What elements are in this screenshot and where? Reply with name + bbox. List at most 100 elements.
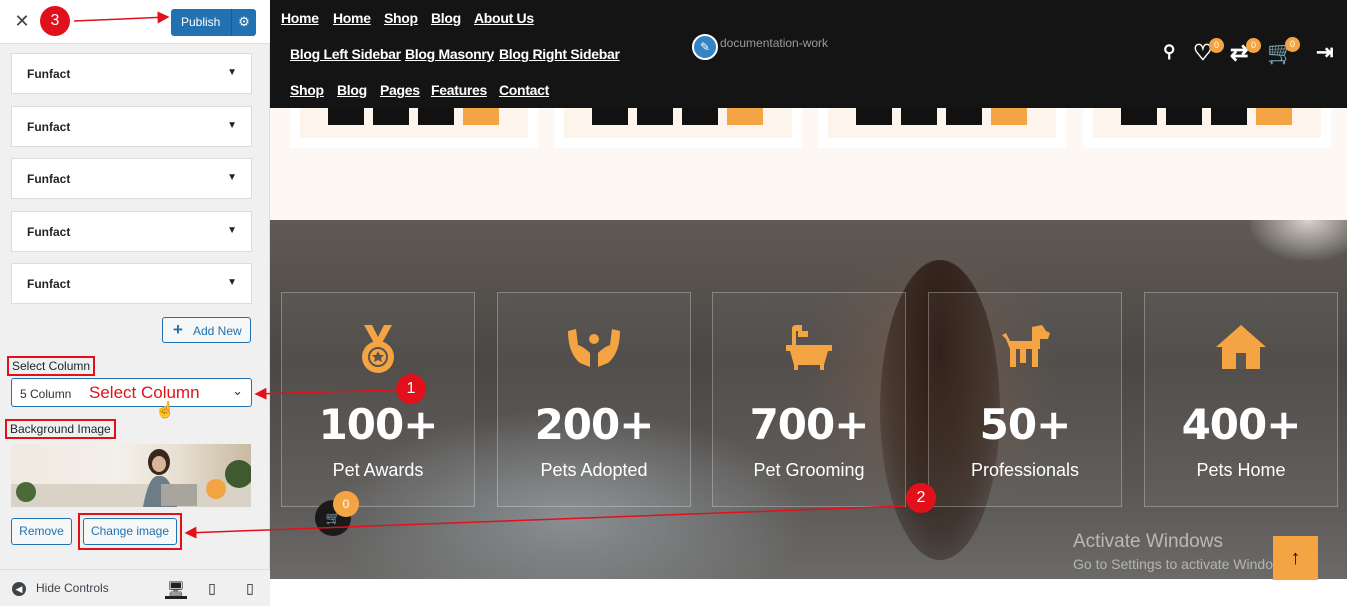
funfact-section: 100+ Pet Awards 200+ Pets Adopted 700+ P… <box>270 220 1347 579</box>
funfact-title: Funfact <box>27 67 71 81</box>
funfact-title: Funfact <box>27 120 71 134</box>
site-preview: Home Home Shop Blog About Us Blog Left S… <box>270 0 1347 606</box>
select-column-value: 5 Column <box>20 387 72 401</box>
remove-image-button[interactable]: Remove <box>11 518 72 545</box>
windows-watermark-title: Activate Windows <box>1073 531 1223 552</box>
step-2-badge: 2 <box>906 483 936 513</box>
wishlist-icon[interactable] <box>682 105 718 125</box>
compare-icon[interactable] <box>637 105 673 125</box>
caret-down-icon[interactable]: ▼ <box>227 172 237 183</box>
site-header: Home Home Shop Blog About Us Blog Left S… <box>270 0 1347 108</box>
nav-pages[interactable]: Pages <box>380 82 420 98</box>
logout-icon[interactable]: ⇥ <box>1316 40 1334 65</box>
stat-card: 400+ Pets Home <box>1144 292 1338 507</box>
funfact-item[interactable]: Funfact ▼ <box>11 211 252 252</box>
wishlist-icon[interactable] <box>418 105 454 125</box>
wishlist-icon[interactable] <box>946 105 982 125</box>
add-to-cart-icon[interactable] <box>1256 105 1292 125</box>
add-new-label: Add New <box>193 324 242 338</box>
dog-icon <box>929 323 1121 376</box>
quick-view-icon[interactable] <box>1121 105 1157 125</box>
nav-features[interactable]: Features <box>431 82 487 98</box>
step-1-badge: 1 <box>396 374 426 404</box>
nav-blog[interactable]: Blog <box>431 10 461 26</box>
funfact-item[interactable]: Funfact ▼ <box>11 53 252 94</box>
compare-icon[interactable] <box>1166 105 1202 125</box>
caret-down-icon[interactable]: ▼ <box>227 120 237 131</box>
lamp-decoration <box>1250 220 1347 260</box>
home-icon <box>1145 323 1337 376</box>
add-new-button[interactable]: + Add New <box>162 317 251 343</box>
background-image-thumbnail[interactable] <box>11 444 251 507</box>
publish-button[interactable]: Publish ⚙ <box>171 9 256 36</box>
nav-home[interactable]: Home <box>281 10 319 26</box>
funfact-item[interactable]: Funfact ▼ <box>11 263 252 304</box>
publish-label: Publish <box>181 15 221 29</box>
change-image-button[interactable]: Change image <box>83 518 177 545</box>
funfact-item[interactable]: Funfact ▼ <box>11 158 252 199</box>
wishlist-icon[interactable] <box>1211 105 1247 125</box>
publish-divider <box>231 9 232 36</box>
nav-blog-left-sidebar[interactable]: Blog Left Sidebar <box>290 46 401 62</box>
bathtub-icon <box>713 323 905 376</box>
tablet-icon[interactable]: ▯ <box>201 577 223 599</box>
search-icon[interactable]: ⚲ <box>1163 42 1175 62</box>
floating-cart-count: 0 <box>333 491 359 517</box>
quick-view-icon[interactable] <box>328 105 364 125</box>
funfact-item[interactable]: Funfact ▼ <box>11 106 252 147</box>
caret-down-icon[interactable]: ▼ <box>227 67 237 78</box>
stat-number: 400+ <box>1181 400 1302 449</box>
wishlist-count: 0 <box>1209 38 1224 53</box>
caring-hands-icon <box>498 323 690 376</box>
nav-contact[interactable]: Contact <box>499 82 549 98</box>
nav-shop[interactable]: Shop <box>290 82 324 98</box>
nav-shop[interactable]: Shop <box>384 10 418 26</box>
edit-pencil-icon[interactable]: ✎ <box>692 34 718 60</box>
hide-controls-label[interactable]: Hide Controls <box>36 581 109 595</box>
customizer-header: ✕ 3 Publish ⚙ <box>0 0 270 44</box>
stat-label: Pets Home <box>1196 460 1286 480</box>
mobile-icon[interactable]: ▯ <box>239 577 261 599</box>
site-logo[interactable]: documentation-work <box>720 36 828 50</box>
compare-count: 0 <box>1246 38 1261 53</box>
screen: ✕ 3 Publish ⚙ Funfact ▼ Funfact ▼ Funfac… <box>0 0 1347 606</box>
scroll-to-top-button[interactable]: ↑ <box>1273 536 1318 580</box>
add-to-cart-icon[interactable] <box>991 105 1027 125</box>
nav-about-us[interactable]: About Us <box>474 10 534 26</box>
quick-view-icon[interactable] <box>856 105 892 125</box>
windows-watermark-subtitle: Go to Settings to activate Windows. <box>1073 556 1294 572</box>
woman-photo-icon <box>11 449 251 507</box>
nav-blog-right-sidebar[interactable]: Blog Right Sidebar <box>499 46 620 62</box>
funfact-title: Funfact <box>27 277 71 291</box>
stat-label: Professionals <box>970 460 1080 480</box>
customizer-footer: ◀ Hide Controls 🖥 ▯ ▯ <box>0 569 270 606</box>
background-image-label: Background Image <box>5 419 116 439</box>
select-column-annotation: Select Column <box>89 383 200 402</box>
stat-card: 200+ Pets Adopted <box>497 292 691 507</box>
close-icon[interactable]: ✕ <box>12 10 32 32</box>
gear-icon[interactable]: ⚙ <box>234 14 254 30</box>
caret-down-icon[interactable]: ▼ <box>227 225 237 236</box>
compare-icon[interactable] <box>373 105 409 125</box>
add-to-cart-icon[interactable] <box>463 105 499 125</box>
add-to-cart-icon[interactable] <box>727 105 763 125</box>
nav-home[interactable]: Home <box>333 10 371 26</box>
caret-down-icon[interactable]: ▼ <box>227 277 237 288</box>
plus-icon: + <box>173 320 183 339</box>
stat-number: 700+ <box>749 400 870 449</box>
step-3-badge: 3 <box>40 6 70 36</box>
medal-icon <box>282 323 474 380</box>
stat-number: 200+ <box>534 400 655 449</box>
nav-blog-masonry[interactable]: Blog Masonry <box>405 46 494 62</box>
stat-label: Pets Adopted <box>540 460 648 480</box>
compare-icon[interactable] <box>901 105 937 125</box>
stat-number: 50+ <box>979 400 1072 449</box>
desktop-icon[interactable]: 🖥 <box>165 577 187 599</box>
nav-blog[interactable]: Blog <box>337 82 367 98</box>
chevron-down-icon: ⌄ <box>232 383 243 398</box>
collapse-icon[interactable]: ◀ <box>12 582 26 596</box>
quick-view-icon[interactable] <box>592 105 628 125</box>
stat-card: 50+ Professionals <box>928 292 1122 507</box>
stat-number: 100+ <box>318 400 439 449</box>
funfact-title: Funfact <box>27 225 71 239</box>
